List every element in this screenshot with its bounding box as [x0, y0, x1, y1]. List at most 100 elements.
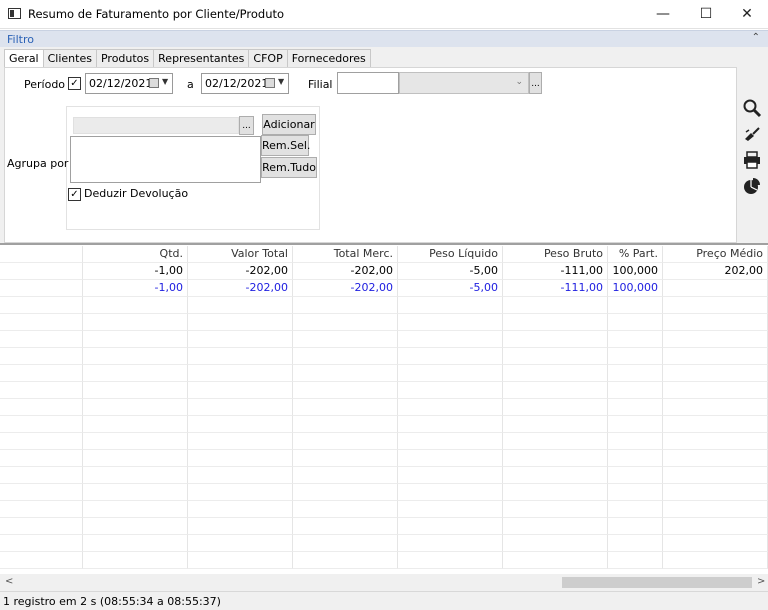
- empty-row-cell[interactable]: [83, 399, 188, 416]
- empty-row-cell[interactable]: [293, 365, 398, 382]
- column-header-cell[interactable]: Valor Total: [188, 246, 293, 263]
- empty-row-cell[interactable]: [663, 348, 768, 365]
- empty-row-cell[interactable]: [293, 484, 398, 501]
- empty-row-cell[interactable]: [0, 433, 83, 450]
- table-row-cell[interactable]: -111,00: [503, 263, 608, 280]
- empty-row-cell[interactable]: [398, 331, 503, 348]
- tab-clientes[interactable]: Clientes: [42, 49, 97, 67]
- empty-row-cell[interactable]: [398, 382, 503, 399]
- empty-row-cell[interactable]: [503, 450, 608, 467]
- empty-row-cell[interactable]: [83, 433, 188, 450]
- filial-lookup-button[interactable]: ...: [529, 72, 542, 94]
- filial-combo[interactable]: ⌄: [399, 72, 529, 94]
- empty-row-cell[interactable]: [608, 365, 663, 382]
- empty-row-cell[interactable]: [663, 518, 768, 535]
- agrupa-combo[interactable]: [73, 117, 239, 134]
- empty-row-cell[interactable]: [0, 518, 83, 535]
- empty-row-cell[interactable]: [188, 518, 293, 535]
- empty-row-cell[interactable]: [398, 501, 503, 518]
- column-header-cell[interactable]: % Part.: [608, 246, 663, 263]
- empty-row-cell[interactable]: [608, 297, 663, 314]
- data-grid[interactable]: Qtd. Valor Total Total Merc. Peso Líquido Pe…: [0, 246, 768, 574]
- table-row-cell[interactable]: -5,00: [398, 263, 503, 280]
- empty-row-cell[interactable]: [608, 399, 663, 416]
- empty-row-cell[interactable]: [188, 552, 293, 569]
- empty-row-cell[interactable]: [663, 382, 768, 399]
- empty-row-cell[interactable]: [398, 552, 503, 569]
- date-from-field[interactable]: 02/12/2021 ▼: [85, 73, 173, 94]
- empty-row-cell[interactable]: [0, 365, 83, 382]
- empty-row-cell[interactable]: [188, 331, 293, 348]
- close-button[interactable]: ✕: [726, 0, 768, 28]
- scroll-right-icon[interactable]: >: [757, 576, 765, 587]
- table-row-cell[interactable]: -202,00: [293, 263, 398, 280]
- empty-row-cell[interactable]: [188, 365, 293, 382]
- empty-row-cell[interactable]: [398, 399, 503, 416]
- empty-row-cell[interactable]: [503, 399, 608, 416]
- empty-row-cell[interactable]: [663, 433, 768, 450]
- empty-row-cell[interactable]: [398, 484, 503, 501]
- empty-row-cell[interactable]: [608, 518, 663, 535]
- empty-row-cell[interactable]: [608, 433, 663, 450]
- empty-row-cell[interactable]: [83, 365, 188, 382]
- empty-row-cell[interactable]: [188, 450, 293, 467]
- clear-brush-icon[interactable]: [739, 122, 765, 146]
- empty-row-cell[interactable]: [503, 535, 608, 552]
- filter-header[interactable]: Filtro ⌃: [0, 30, 768, 47]
- minimize-button[interactable]: —: [642, 0, 684, 28]
- empty-row-cell[interactable]: [608, 467, 663, 484]
- chevron-down-icon[interactable]: ▼: [162, 77, 168, 86]
- empty-row-cell[interactable]: [663, 365, 768, 382]
- tab-fornecedores[interactable]: Fornecedores: [286, 49, 371, 67]
- totals-row-cell[interactable]: [0, 280, 83, 297]
- empty-row-cell[interactable]: [398, 467, 503, 484]
- empty-row-cell[interactable]: [663, 416, 768, 433]
- empty-row-cell[interactable]: [293, 501, 398, 518]
- tab-cfop[interactable]: CFOP: [248, 49, 288, 67]
- empty-row-cell[interactable]: [503, 433, 608, 450]
- adicionar-button[interactable]: Adicionar: [262, 114, 316, 135]
- empty-row-cell[interactable]: [663, 552, 768, 569]
- empty-row-cell[interactable]: [398, 365, 503, 382]
- maximize-button[interactable]: ☐: [685, 0, 727, 28]
- empty-row-cell[interactable]: [503, 297, 608, 314]
- pie-chart-icon[interactable]: [739, 174, 765, 198]
- horizontal-scrollbar[interactable]: < >: [0, 574, 768, 591]
- filial-code-input[interactable]: [337, 72, 399, 94]
- empty-row-cell[interactable]: [398, 518, 503, 535]
- collapse-icon[interactable]: ⌃: [752, 32, 760, 43]
- empty-row-cell[interactable]: [503, 314, 608, 331]
- periodo-checkbox[interactable]: ✓: [68, 77, 81, 90]
- empty-row-cell[interactable]: [503, 348, 608, 365]
- table-row-cell[interactable]: 202,00: [663, 263, 768, 280]
- empty-row-cell[interactable]: [0, 314, 83, 331]
- empty-row-cell[interactable]: [83, 382, 188, 399]
- empty-row-cell[interactable]: [83, 552, 188, 569]
- empty-row-cell[interactable]: [663, 331, 768, 348]
- tab-geral[interactable]: Geral: [4, 49, 44, 68]
- table-row-cell[interactable]: -1,00: [83, 263, 188, 280]
- empty-row-cell[interactable]: [83, 348, 188, 365]
- empty-row-cell[interactable]: [608, 450, 663, 467]
- empty-row-cell[interactable]: [188, 399, 293, 416]
- empty-row-cell[interactable]: [503, 331, 608, 348]
- empty-row-cell[interactable]: [398, 450, 503, 467]
- empty-row-cell[interactable]: [608, 314, 663, 331]
- empty-row-cell[interactable]: [0, 416, 83, 433]
- empty-row-cell[interactable]: [0, 450, 83, 467]
- totals-row-cell[interactable]: -202,00: [188, 280, 293, 297]
- empty-row-cell[interactable]: [0, 348, 83, 365]
- empty-row-cell[interactable]: [293, 467, 398, 484]
- empty-row-cell[interactable]: [608, 382, 663, 399]
- empty-row-cell[interactable]: [293, 297, 398, 314]
- empty-row-cell[interactable]: [188, 297, 293, 314]
- empty-row-cell[interactable]: [0, 535, 83, 552]
- empty-row-cell[interactable]: [663, 450, 768, 467]
- empty-row-cell[interactable]: [663, 501, 768, 518]
- empty-row-cell[interactable]: [608, 552, 663, 569]
- empty-row-cell[interactable]: [293, 518, 398, 535]
- empty-row-cell[interactable]: [0, 467, 83, 484]
- empty-row-cell[interactable]: [398, 314, 503, 331]
- empty-row-cell[interactable]: [83, 535, 188, 552]
- rem-sel-button[interactable]: Rem.Sel.: [261, 135, 310, 156]
